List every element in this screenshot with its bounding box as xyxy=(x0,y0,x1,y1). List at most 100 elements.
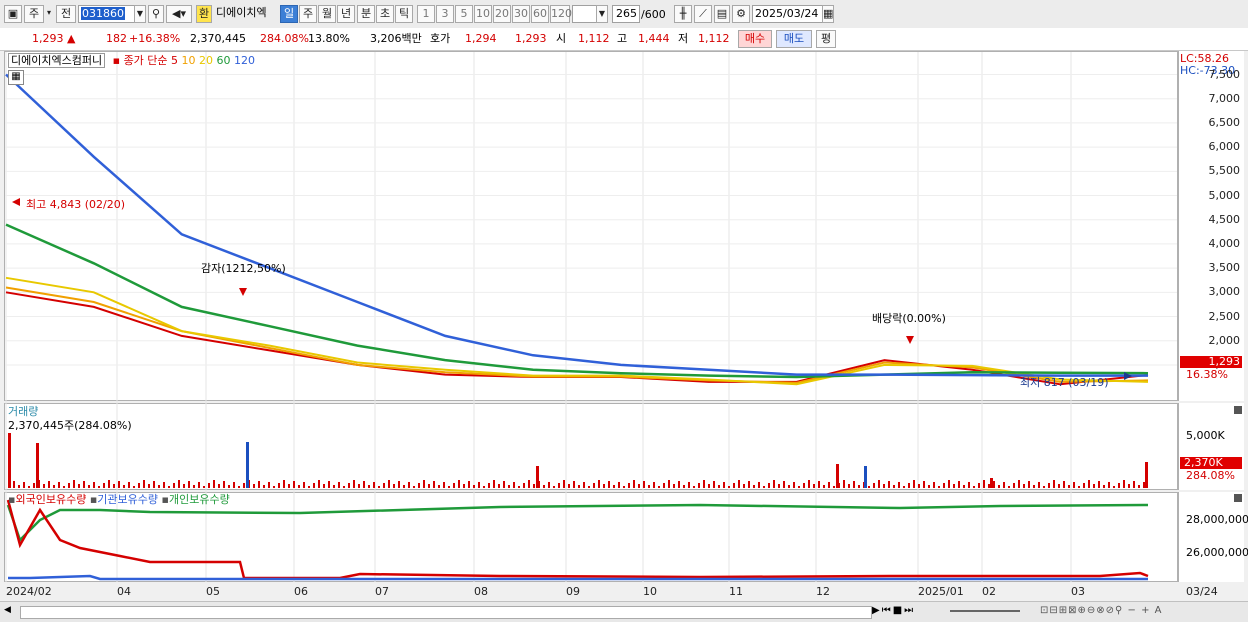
playback-controls[interactable]: ▶⏮■⏭ xyxy=(872,605,915,616)
volume-bar xyxy=(283,480,285,488)
volume-bar xyxy=(536,466,539,488)
tool-icons[interactable]: ⊡⊟⊞⊠⊕⊖⊗⊘⚲ − + A xyxy=(1040,605,1163,616)
volume-bar xyxy=(738,480,740,488)
holding-close-icon[interactable] xyxy=(1234,494,1242,502)
volume-bar xyxy=(653,482,655,488)
volume-bar xyxy=(1088,480,1090,488)
price-ytick: 4,000 xyxy=(1208,236,1241,250)
volume-bar xyxy=(503,481,505,488)
volume-bar xyxy=(533,484,535,488)
stock-title[interactable]: 디에이치엑스컴퍼니 xyxy=(8,53,106,68)
volume-bar xyxy=(253,484,255,488)
volume-bar xyxy=(723,482,725,488)
bottom-bar: ◀ ▶⏮■⏭ ⊡⊟⊞⊠⊕⊖⊗⊘⚲ − + A xyxy=(0,601,1248,622)
volume-bar xyxy=(246,442,249,488)
volume-bar xyxy=(33,483,35,488)
volume-bar xyxy=(988,484,990,488)
scroll-left-icon[interactable]: ◀ xyxy=(4,605,16,618)
chart-canvas[interactable] xyxy=(0,0,1248,621)
volume-bar xyxy=(36,443,39,488)
grid-icon[interactable]: ▦ xyxy=(8,70,24,85)
volume-bar xyxy=(128,482,130,488)
volume-bar xyxy=(743,484,745,488)
volume-bar xyxy=(718,485,720,488)
volume-bar xyxy=(733,483,735,488)
volume-bar xyxy=(158,485,160,488)
price-ytick: 6,500 xyxy=(1208,115,1241,129)
volume-bar xyxy=(463,484,465,488)
volume-bar xyxy=(1028,481,1030,488)
volume-bar xyxy=(453,483,455,488)
volume-bar xyxy=(133,486,135,488)
volume-bar xyxy=(1043,486,1045,488)
volume-bar xyxy=(413,486,415,488)
x-label: 2024/02 xyxy=(6,585,52,598)
volume-bar xyxy=(163,482,165,488)
volume-bar xyxy=(273,486,275,488)
price-ytick: 7,500 xyxy=(1208,67,1241,81)
volume-bar xyxy=(628,483,630,488)
volume-close-icon[interactable] xyxy=(1234,406,1242,414)
high-marker xyxy=(12,198,20,206)
volume-bar xyxy=(918,484,920,488)
volume-bar xyxy=(153,481,155,488)
ma-20-label: 20 xyxy=(199,54,214,67)
volume-bar xyxy=(633,480,635,488)
price-ytick: 4,500 xyxy=(1208,212,1241,226)
volume-bar xyxy=(333,485,335,488)
volume-value: 2,370,445주(284.08%) xyxy=(8,419,132,432)
volume-bar xyxy=(663,483,665,488)
price-legend: 디에이치엑스컴퍼니 ▪ 종가 단순 5 10 20 60 120 xyxy=(8,53,255,68)
volume-bar xyxy=(833,486,835,488)
volume-bar xyxy=(603,484,605,488)
volume-bar xyxy=(408,482,410,488)
volume-bar xyxy=(488,483,490,488)
foreign-holding-label: 외국인보유수량 xyxy=(15,493,87,506)
volume-bar xyxy=(118,481,120,488)
volume-bar xyxy=(668,480,670,488)
volume-bar xyxy=(1013,483,1015,488)
ma-10-label: 10 xyxy=(181,54,196,67)
volume-bar xyxy=(968,482,970,488)
volume-bar xyxy=(138,483,140,488)
volume-bar xyxy=(383,483,385,488)
volume-bar xyxy=(943,483,945,488)
volume-bar xyxy=(1108,482,1110,488)
volume-bar xyxy=(448,486,450,488)
volume-bar xyxy=(888,481,890,488)
last-pct-tag: 16.38% xyxy=(1186,368,1228,381)
x-label: 09 xyxy=(566,585,580,598)
volume-bar xyxy=(1098,481,1100,488)
volume-bar xyxy=(958,481,960,488)
volume-last-tag: 2,370K xyxy=(1180,457,1242,469)
volume-bar xyxy=(803,483,805,488)
volume-bar xyxy=(1023,484,1025,488)
volume-bar xyxy=(98,486,100,488)
volume-bar xyxy=(1145,462,1148,488)
volume-bar xyxy=(608,481,610,488)
scrollbar-track[interactable] xyxy=(20,606,872,619)
volume-bar xyxy=(398,481,400,488)
x-label: 03 xyxy=(1071,585,1085,598)
volume-bar xyxy=(793,482,795,488)
volume-bar xyxy=(993,481,995,488)
volume-bar xyxy=(878,480,880,488)
zoom-slider[interactable] xyxy=(950,610,1020,612)
volume-bar xyxy=(233,482,235,488)
price-ytick: 7,000 xyxy=(1208,91,1241,105)
volume-bar xyxy=(908,483,910,488)
high-annotation: 최고 4,843 (02/20) xyxy=(26,198,126,211)
volume-bar xyxy=(808,480,810,488)
volume-bar xyxy=(183,484,185,488)
volume-bar xyxy=(368,485,370,488)
volume-bar xyxy=(543,485,545,488)
volume-bar xyxy=(638,484,640,488)
volume-bar xyxy=(418,483,420,488)
volume-bar xyxy=(1138,485,1140,488)
holding-ytick-2: 26,000,000 xyxy=(1186,546,1248,559)
volume-bar xyxy=(513,482,515,488)
volume-bar xyxy=(188,481,190,488)
volume-bar xyxy=(323,484,325,488)
volume-bar xyxy=(548,482,550,488)
volume-bar xyxy=(998,485,1000,488)
